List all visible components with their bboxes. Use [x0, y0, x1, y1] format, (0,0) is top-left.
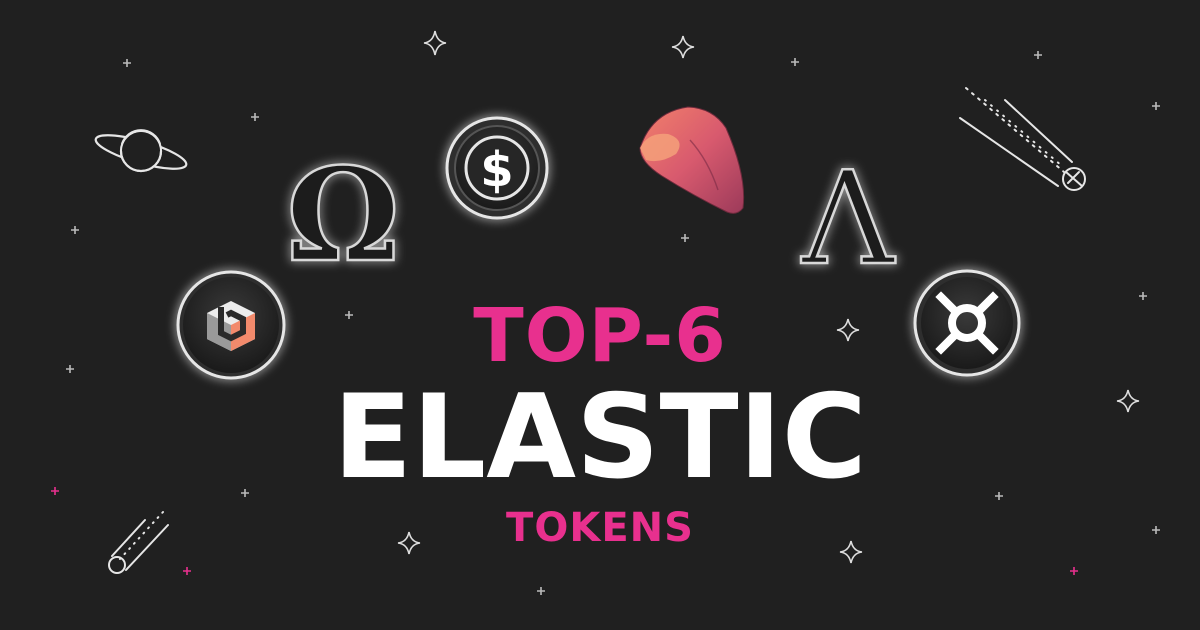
star-icon	[1152, 102, 1160, 110]
star-icon	[1070, 567, 1078, 575]
yam-sweet-potato-icon	[639, 106, 745, 214]
sparkle-icon	[423, 30, 447, 56]
star-icon	[71, 226, 79, 234]
banner: Ω $ Λ TOP-6 ELASTIC TOKENS	[0, 0, 1200, 630]
olympus-omega-icon: Ω	[285, 140, 401, 293]
svg-text:Λ: Λ	[801, 145, 896, 294]
sparkle-icon	[671, 35, 695, 59]
star-icon	[123, 59, 131, 67]
planet-icon	[94, 129, 188, 173]
star-icon	[251, 113, 259, 121]
star-icon	[681, 234, 689, 242]
comet-icon	[959, 87, 1086, 191]
headline-main: ELASTIC	[333, 370, 867, 505]
svg-text:Ω: Ω	[286, 141, 400, 291]
svg-text:$: $	[480, 142, 513, 198]
ampleforth-dollar-icon: $	[445, 116, 549, 220]
star-icon	[183, 567, 191, 575]
headline-sub: TOKENS	[506, 505, 694, 551]
star-icon	[791, 58, 799, 66]
star-icon	[1034, 51, 1042, 59]
star-icon	[537, 587, 545, 595]
lambda-icon: Λ	[800, 144, 898, 296]
